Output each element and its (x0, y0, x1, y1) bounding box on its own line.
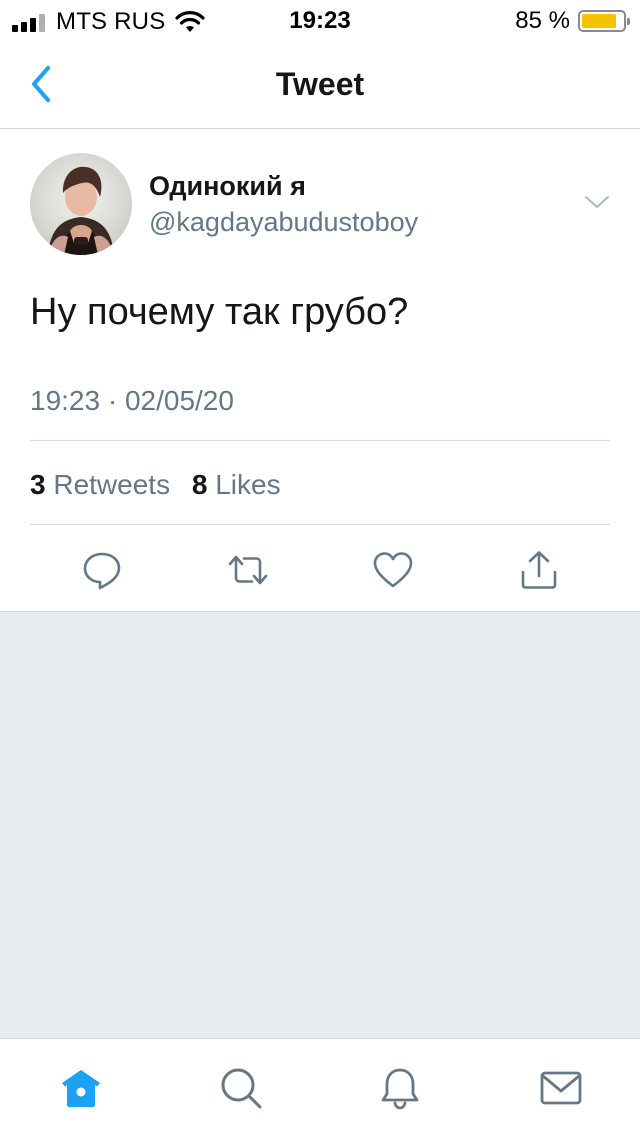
avatar[interactable] (30, 153, 132, 255)
tweet-timestamp: 19:23 · 02/05/20 (30, 385, 234, 416)
avatar-image (48, 166, 114, 255)
battery-fill (582, 14, 616, 28)
user-handle[interactable]: @kagdayabudustoboy (149, 207, 418, 238)
retweet-icon (228, 555, 268, 585)
status-right: 85 % (515, 7, 630, 35)
tab-notifications[interactable] (377, 1065, 423, 1111)
tab-search[interactable] (217, 1065, 263, 1111)
tweet-stats: 3 Retweets 8 Likes (30, 469, 281, 501)
share-icon (521, 551, 557, 589)
battery-percent: 85 % (515, 7, 570, 34)
retweet-button[interactable] (226, 548, 270, 592)
chevron-down-icon[interactable] (584, 193, 610, 211)
likes-label[interactable]: Likes (215, 469, 280, 500)
tweet-card: Одинокий я @kagdayabudustoboy Ну почему … (0, 129, 640, 612)
divider (30, 440, 610, 441)
reply-icon (83, 552, 121, 590)
tab-home[interactable] (58, 1065, 104, 1111)
home-icon (62, 1070, 100, 1107)
reply-button[interactable] (80, 548, 124, 592)
like-icon (373, 552, 413, 588)
tab-bar (0, 1038, 640, 1136)
retweets-count[interactable]: 3 (30, 469, 46, 500)
status-bar: MTS RUS 19:23 85 % (0, 0, 640, 42)
display-name[interactable]: Одинокий я (149, 171, 306, 202)
nav-header: Tweet (0, 42, 640, 129)
messages-icon (540, 1071, 582, 1105)
share-button[interactable] (517, 548, 561, 592)
likes-count[interactable]: 8 (192, 469, 208, 500)
retweets-label[interactable]: Retweets (53, 469, 170, 500)
tab-messages[interactable] (538, 1065, 584, 1111)
tweet-text: Ну почему так грубо? (30, 291, 409, 333)
battery-icon (578, 10, 630, 32)
search-icon (221, 1068, 262, 1109)
divider (30, 524, 610, 525)
like-button[interactable] (371, 548, 415, 592)
tweet-actions (0, 544, 640, 594)
notifications-icon (381, 1068, 419, 1110)
page-title: Tweet (275, 66, 365, 102)
